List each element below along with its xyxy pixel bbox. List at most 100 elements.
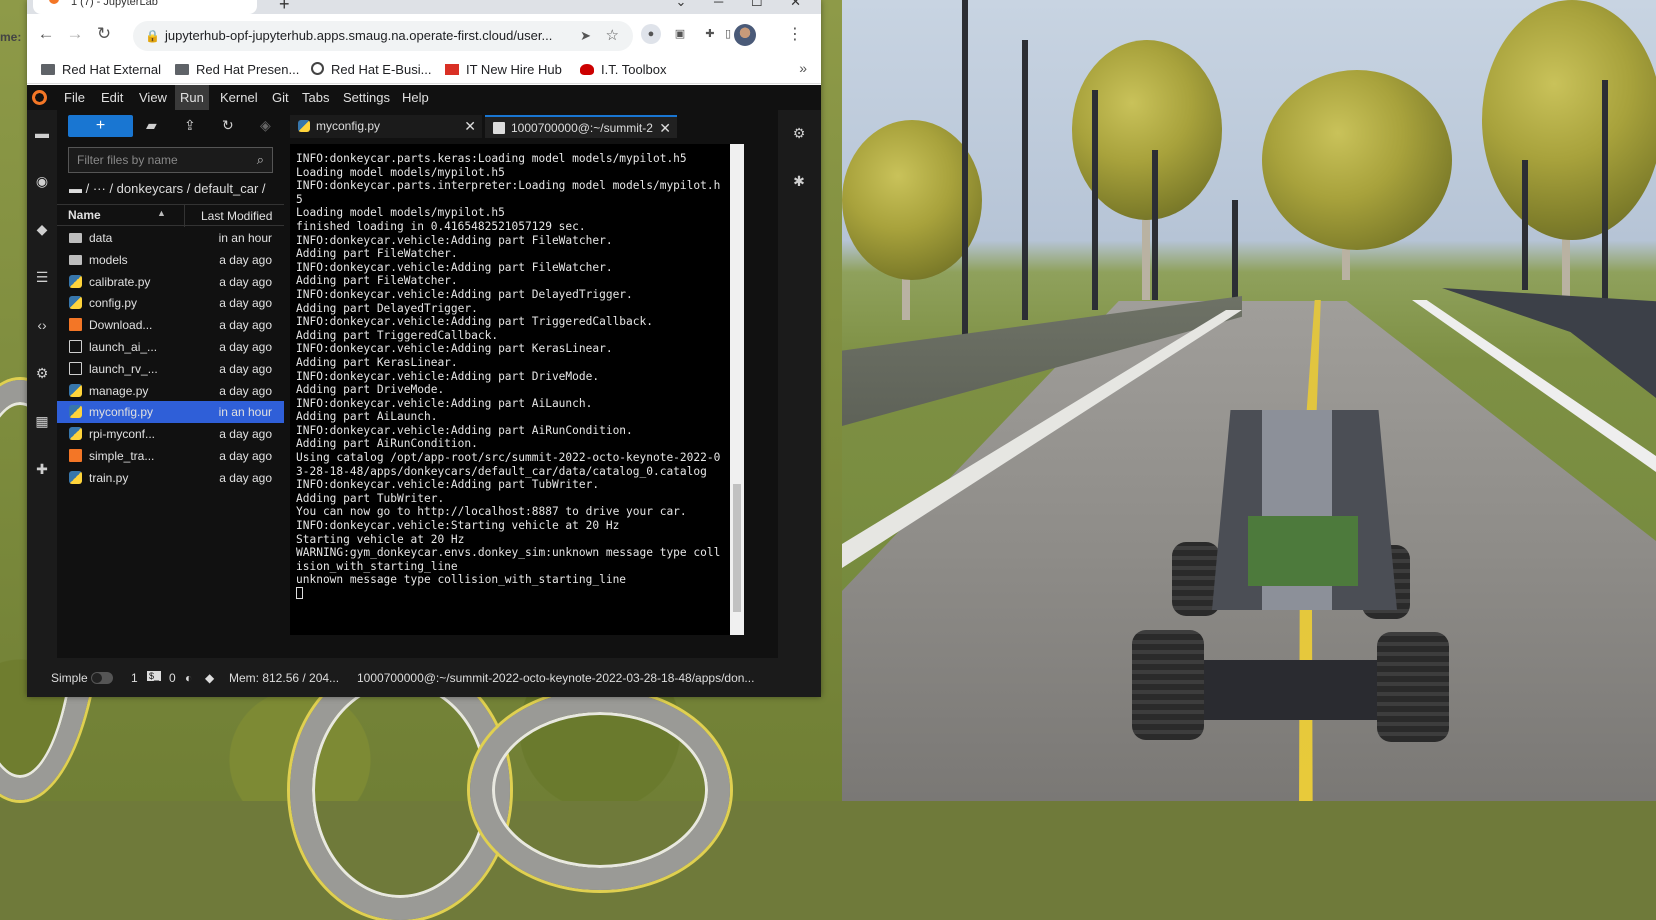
background-label: me: <box>0 30 22 44</box>
file-row-rpi-myconfig[interactable]: rpi-myconf... a day ago <box>57 423 284 445</box>
python-file-icon <box>69 470 82 484</box>
kernel-count[interactable]: 1 <box>131 671 138 685</box>
extension-puzzle-icon[interactable]: ✚ <box>33 460 51 478</box>
property-inspector-gear-icon[interactable]: ⚙ <box>790 124 808 142</box>
menu-tabs[interactable]: Tabs <box>297 85 334 110</box>
notebook-file-icon <box>69 448 82 462</box>
table-of-contents-icon[interactable]: ☰ <box>33 268 51 286</box>
python-file-icon <box>69 427 82 441</box>
file-list-header: Name ▲ Last Modified <box>57 204 284 227</box>
refresh-icon[interactable]: ↻ <box>222 117 234 134</box>
breadcrumb[interactable]: ▬ / ··· / donkeycars / default_car / <box>69 181 266 196</box>
redhat-icon <box>580 64 594 75</box>
car-tire <box>1377 632 1449 742</box>
terminal-icon <box>493 122 505 134</box>
folder-icon[interactable]: ▬ <box>33 124 51 142</box>
menu-file[interactable]: File <box>59 85 90 110</box>
column-header-name[interactable]: Name <box>68 208 101 222</box>
jupyter-logo-icon <box>32 90 47 105</box>
terminal-count[interactable]: 0 <box>169 671 176 685</box>
extension-icon[interactable]: ▣ <box>670 24 690 44</box>
now-icon <box>445 64 459 75</box>
menu-kebab-icon[interactable]: ⋮ <box>787 24 803 44</box>
file-row-myconfig[interactable]: myconfig.py in an hour <box>57 401 284 424</box>
file-row-download[interactable]: Download... a day ago <box>57 314 284 336</box>
file-row-calibrate[interactable]: calibrate.py a day ago <box>57 271 284 293</box>
file-row-launch-rv[interactable]: launch_rv_... a day ago <box>57 358 284 380</box>
file-row-launch-ai[interactable]: launch_ai_... a day ago <box>57 336 284 358</box>
menu-run[interactable]: Run <box>175 85 209 110</box>
scrollbar-thumb[interactable] <box>733 484 741 612</box>
git-clone-icon[interactable]: ◈ <box>260 117 271 134</box>
bookmarks-overflow-icon[interactable]: » <box>799 60 807 76</box>
close-icon[interactable]: ✕ <box>464 115 476 138</box>
simple-mode-toggle[interactable] <box>91 672 113 684</box>
back-arrow-icon[interactable]: ← <box>35 24 57 44</box>
new-tab-icon[interactable]: + <box>279 0 290 15</box>
bookmark-item[interactable]: I.T. Toolbox <box>580 62 667 77</box>
git-icon[interactable]: ◆ <box>33 220 51 238</box>
file-row-data[interactable]: data in an hour <box>57 227 284 249</box>
folder-icon <box>175 64 189 75</box>
text-file-icon <box>69 361 82 375</box>
terminal-cursor <box>296 587 303 599</box>
file-row-train[interactable]: train.py a day ago <box>57 467 284 489</box>
running-icon[interactable]: ◉ <box>33 172 51 190</box>
tab-terminal[interactable]: 1000700000@:~/summit-2 ✕ <box>485 115 677 138</box>
browser-toolbar: ← → ↻ 🔒 jupyterhub-opf-jupyterhub.apps.s… <box>27 14 821 56</box>
file-row-models[interactable]: models a day ago <box>57 249 284 271</box>
bookmark-star-icon[interactable]: ☆ <box>606 21 619 51</box>
menu-help[interactable]: Help <box>397 85 434 110</box>
new-launcher-button[interactable]: + <box>68 115 133 137</box>
globe-icon <box>311 62 324 75</box>
menu-view[interactable]: View <box>134 85 172 110</box>
tree <box>1482 0 1656 240</box>
property-inspector-icon[interactable]: ▦ <box>33 412 51 430</box>
profile-avatar[interactable] <box>734 24 756 46</box>
terminal-scrollbar[interactable] <box>730 144 744 635</box>
code-icon[interactable]: ‹› <box>33 316 51 334</box>
menu-edit[interactable]: Edit <box>96 85 128 110</box>
menu-settings[interactable]: Settings <box>338 85 395 110</box>
file-row-simple-train[interactable]: simple_tra... a day ago <box>57 445 284 467</box>
bookmark-item[interactable]: Red Hat E-Busi... <box>311 62 431 77</box>
bookmark-item[interactable]: IT New Hire Hub <box>445 62 562 77</box>
menu-kernel[interactable]: Kernel <box>215 85 263 110</box>
settings-gear-icon[interactable]: ⚙ <box>33 364 51 382</box>
close-icon[interactable]: ✕ <box>659 117 671 138</box>
file-browser-panel: + ▰ ⇪ ↻ ◈ Filter files by name ⌕ ▬ / ···… <box>57 110 284 658</box>
left-activity-bar: ▬ ◉ ◆ ☰ ‹› ⚙ ▦ ✚ <box>27 110 57 658</box>
extension-icon[interactable]: ● <box>641 24 661 44</box>
git-branch-icon[interactable]: ◆ <box>205 671 214 685</box>
terminal-panel[interactable]: INFO:donkeycar.parts.keras:Loading model… <box>290 144 744 635</box>
status-path: 1000700000@:~/summit-2022-octo-keynote-2… <box>357 671 755 685</box>
tab-strip: 1 (7) - JupyterLab ✕ + ⌄ ─ ☐ ✕ <box>27 0 821 14</box>
forward-arrow-icon[interactable]: → <box>64 24 86 44</box>
address-bar[interactable]: 🔒 jupyterhub-opf-jupyterhub.apps.smaug.n… <box>133 21 633 51</box>
document-tab-bar: myconfig.py ✕ 1000700000@:~/summit-2 ✕ <box>284 110 778 142</box>
column-header-last-modified[interactable]: Last Modified <box>184 205 272 227</box>
debugger-bug-icon[interactable]: ✱ <box>790 172 808 190</box>
fence-post <box>1022 40 1028 320</box>
status-bar: Simple 1 $_ 0 ◐ ◆ Mem: 812.56 / 204... 1… <box>27 658 821 697</box>
browser-tab[interactable]: 1 (7) - JupyterLab ✕ <box>33 0 257 14</box>
new-folder-icon[interactable]: ▰ <box>146 117 157 134</box>
send-icon[interactable]: ➤ <box>580 21 591 51</box>
menu-git[interactable]: Git <box>267 85 294 110</box>
tree <box>1262 70 1452 250</box>
upload-icon[interactable]: ⇪ <box>184 117 196 134</box>
file-row-manage[interactable]: manage.py a day ago <box>57 380 284 402</box>
folder-icon <box>41 64 55 75</box>
reload-icon[interactable]: ↻ <box>93 24 115 44</box>
bookmark-item[interactable]: Red Hat External <box>41 62 161 77</box>
file-filter-input[interactable]: Filter files by name ⌕ <box>68 147 273 173</box>
main-dock-area: myconfig.py ✕ 1000700000@:~/summit-2 ✕ I… <box>284 110 778 658</box>
folder-icon <box>69 233 82 243</box>
window-controls[interactable]: ⌄ ─ ☐ ✕ <box>676 0 814 10</box>
tab-myconfig[interactable]: myconfig.py ✕ <box>290 115 482 138</box>
puzzle-icon[interactable]: ✚ <box>700 24 720 44</box>
fence-post <box>1232 200 1238 300</box>
bookmark-item[interactable]: Red Hat Presen... <box>175 62 299 77</box>
text-file-icon <box>69 339 82 353</box>
file-row-config[interactable]: config.py a day ago <box>57 292 284 314</box>
